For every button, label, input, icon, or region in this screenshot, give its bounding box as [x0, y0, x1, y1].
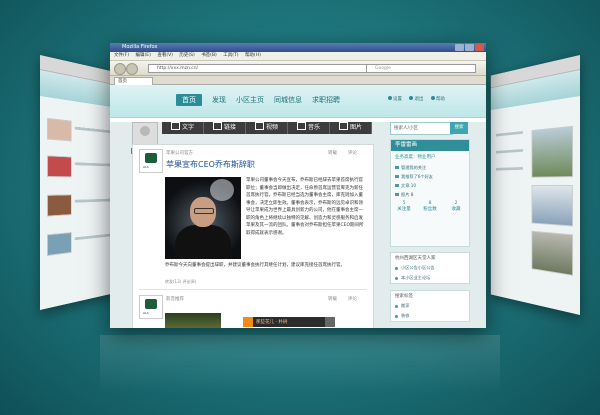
user-silhouette-icon: [140, 126, 150, 136]
profile-role: 业务高度：物业用户: [395, 155, 436, 160]
comment-link[interactable]: 评论: [348, 150, 357, 156]
stat-favorites[interactable]: 2 收藏: [443, 201, 469, 212]
people-search-button[interactable]: 搜索: [450, 122, 468, 134]
menu-bookmarks[interactable]: 书签(B): [201, 53, 217, 58]
url-bar[interactable]: http://xxx.mzn.cn/: [148, 64, 368, 73]
profile-link-photos[interactable]: 图片 8: [391, 190, 469, 199]
music-icon: [296, 122, 306, 130]
community-title[interactable]: 杭州西湖区天堂人家: [391, 253, 469, 263]
close-icon[interactable]: [475, 44, 484, 51]
forward-icon[interactable]: [126, 63, 138, 75]
tags-box: 搜索标签 搬家 装修: [390, 290, 470, 322]
maximize-icon[interactable]: [465, 44, 474, 51]
next-icon[interactable]: [325, 317, 335, 327]
post-composer-tabs: 文字 链接 视频 音乐 图片: [162, 122, 372, 134]
post-text-button[interactable]: 文字: [162, 122, 204, 134]
post-link-button[interactable]: 链接: [204, 122, 246, 134]
stat-followers[interactable]: 8 粉丝数: [417, 201, 443, 212]
header-link-logout[interactable]: 退出: [409, 96, 423, 102]
community-item[interactable]: 小区公告小区公告: [391, 263, 469, 273]
repost-link[interactable]: 转载: [328, 296, 337, 302]
settings-icon: [388, 96, 392, 100]
track-title: 那些花儿 - 朴树: [256, 320, 288, 325]
post-body: 苹果公司董事会今天宣布，乔布斯已经辞去苹果首席执行官职位；董事会当即做出决定，任…: [246, 178, 364, 236]
tag-item[interactable]: 搬家: [391, 301, 469, 311]
tag-item[interactable]: 装修: [391, 311, 469, 321]
source-logo[interactable]: ALS: [139, 295, 163, 319]
window-title: Mozilla Firefox: [122, 44, 158, 50]
nav-community[interactable]: 小区主页: [236, 94, 264, 106]
browser-search-input[interactable]: Google: [366, 64, 476, 73]
nav-local-info[interactable]: 同城信息: [274, 94, 302, 106]
floor-reflection: [100, 335, 500, 395]
feed: ALS 苹果公司官方 转载 评论 苹果宣布CEO乔布斯辞职 苹果公司董事会今天宣…: [132, 144, 374, 328]
post-source[interactable]: 苹果公司官方: [166, 150, 193, 156]
post-source[interactable]: 影音推荐: [166, 296, 184, 302]
tab-bar: 首页: [110, 76, 486, 85]
stat-following[interactable]: 5 关注量: [391, 201, 417, 212]
menu-view[interactable]: 查看(V): [157, 53, 173, 58]
link-icon: [212, 122, 222, 130]
navigation-toolbar: http://xxx.mzn.cn/ Google: [110, 61, 486, 76]
back-icon[interactable]: [114, 63, 126, 75]
logout-icon: [409, 96, 414, 100]
source-logo[interactable]: ALS: [139, 149, 163, 173]
people-search-input[interactable]: 搜索人/小区: [390, 122, 453, 135]
post-music-button[interactable]: 音乐: [288, 122, 330, 134]
background-window-left: [40, 55, 120, 310]
title-bar: Mozilla Firefox: [110, 43, 486, 52]
music-player[interactable]: 那些花儿 - 朴树: [243, 317, 335, 327]
profile-link-following[interactable]: 管理我的关注: [391, 163, 469, 172]
profile-name[interactable]: 李雷雷画: [391, 140, 469, 151]
background-window-right: [490, 55, 580, 315]
video-icon: [254, 122, 264, 130]
menu-file[interactable]: 文件(F): [114, 53, 129, 58]
profile-stats: 5 关注量 8 粉丝数 2 收藏: [391, 201, 469, 212]
post-stats[interactable]: 转发(13) 评论(8): [165, 279, 196, 285]
site-nav: 首页 发现 小区主页 同城信息 求职招聘: [176, 94, 350, 106]
image-icon: [338, 122, 348, 130]
header-link-help[interactable]: 帮助: [430, 96, 445, 102]
post-image-button[interactable]: 图片: [330, 122, 372, 134]
site-header: 首页 发现 小区主页 同城信息 求职招聘 设置 退出 帮助: [110, 85, 486, 118]
nav-jobs[interactable]: 求职招聘: [312, 94, 340, 106]
browser-window: Mozilla Firefox 文件(F) 编辑(E) 查看(V) 历史(S) …: [110, 43, 486, 328]
profile-panel: 李雷雷画 业务高度：物业用户 管理我的关注 我推荐了6个好友 文章 10 图片 …: [390, 139, 470, 247]
menu-edit[interactable]: 编辑(E): [136, 53, 151, 58]
menu-tools[interactable]: 工具(T): [223, 53, 238, 58]
repost-link[interactable]: 转载: [328, 150, 337, 156]
post-divider: [139, 289, 367, 290]
post-body-continued: 乔布斯今天向董事会提出辞职，并建议董事会执行其继任计划，建议库克接任首席执行官。: [165, 263, 345, 268]
page-body: 上传头像 文字 链接 视频 音乐 图片 ALS 苹果公司官方 转载 评论 苹果宣…: [110, 122, 486, 328]
right-sidebar: 搜索人/小区 搜索 李雷雷画 业务高度：物业用户 管理我的关注 我推荐了6个好友…: [390, 122, 470, 328]
community-item[interactable]: 本小区业主论坛: [391, 273, 469, 283]
minimize-icon[interactable]: [455, 44, 464, 51]
apple-logo: [210, 179, 234, 201]
profile-link-articles[interactable]: 文章 10: [391, 181, 469, 190]
header-link-settings[interactable]: 设置: [388, 96, 402, 102]
post-video-button[interactable]: 视频: [246, 122, 288, 134]
play-icon[interactable]: [243, 317, 253, 327]
help-icon: [430, 96, 435, 100]
menu-bar: 文件(F) 编辑(E) 查看(V) 历史(S) 书签(B) 工具(T) 帮助(H…: [110, 52, 486, 61]
comment-link[interactable]: 评论: [348, 296, 357, 302]
profile-link-invites[interactable]: 我推荐了6个好友: [391, 172, 469, 181]
nav-discover[interactable]: 发现: [212, 94, 226, 106]
nav-home[interactable]: 首页: [176, 94, 202, 106]
menu-help[interactable]: 帮助(H): [245, 53, 261, 58]
tab-home[interactable]: 首页: [114, 77, 153, 85]
post-headline[interactable]: 苹果宣布CEO乔布斯辞职: [166, 159, 255, 170]
community-box: 杭州西湖区天堂人家 小区公告小区公告 本小区业主论坛: [390, 252, 470, 284]
album-cover[interactable]: [165, 313, 221, 328]
post-photo[interactable]: [165, 177, 241, 259]
tags-title: 搜索标签: [395, 294, 413, 299]
header-links: 设置 退出 帮助: [388, 96, 451, 102]
menu-history[interactable]: 历史(S): [179, 53, 194, 58]
text-icon: [170, 122, 180, 130]
